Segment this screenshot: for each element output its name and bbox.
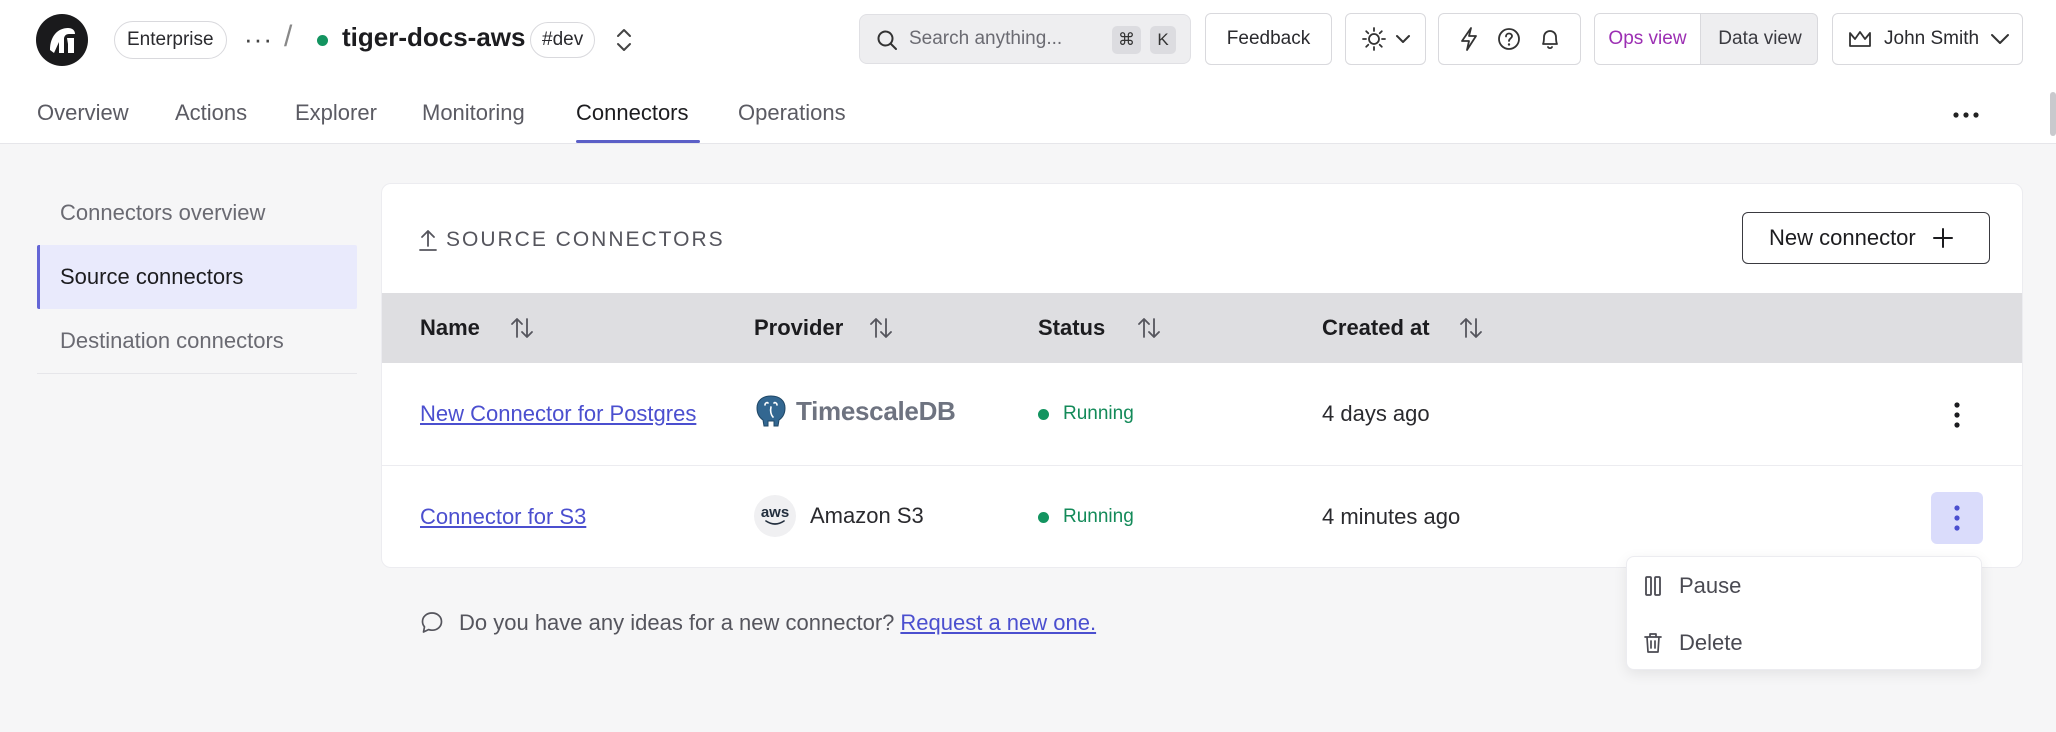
sidebar-item-source-connectors[interactable]: Source connectors bbox=[37, 245, 357, 309]
menu-item-pause[interactable]: Pause bbox=[1643, 566, 1963, 606]
tab-explorer[interactable]: Explorer bbox=[295, 100, 377, 126]
upload-icon bbox=[419, 230, 437, 251]
breadcrumb-separator: / bbox=[284, 20, 293, 53]
breadcrumb-more-icon[interactable]: ··· bbox=[244, 26, 273, 52]
sun-icon bbox=[1361, 27, 1386, 51]
project-switcher-icon[interactable] bbox=[612, 26, 636, 59]
service-status-dot bbox=[317, 35, 328, 46]
scrollbar[interactable] bbox=[2050, 92, 2056, 136]
aws-logo-icon: aws bbox=[754, 495, 796, 537]
shortcut-k-key: K bbox=[1150, 26, 1176, 54]
panel-title: SOURCE CONNECTORS bbox=[446, 228, 725, 251]
shortcut-mod-key: ⌘ bbox=[1112, 26, 1141, 54]
column-header-status[interactable]: Status bbox=[1038, 315, 1105, 341]
vertical-dots-icon bbox=[1954, 402, 1960, 428]
top-bar: Enterprise ··· / tiger-docs-aws #dev Sea… bbox=[0, 0, 2056, 80]
request-connector-link[interactable]: Request a new one. bbox=[900, 610, 1096, 636]
menu-item-delete[interactable]: Delete bbox=[1643, 623, 1963, 663]
provider-name: TimescaleDB bbox=[796, 395, 956, 426]
main-tabs: Overview Actions Explorer Monitoring Con… bbox=[0, 80, 2056, 144]
provider-name: Amazon S3 bbox=[810, 503, 924, 528]
aws-logo-text: aws bbox=[760, 504, 790, 521]
connector-name-link[interactable]: Connector for S3 bbox=[420, 504, 586, 530]
provider-cell: TimescaleDB bbox=[754, 393, 956, 429]
theme-toggle-button[interactable] bbox=[1345, 13, 1426, 65]
table-header: Name Provider Status Created at bbox=[382, 293, 2022, 363]
tab-operations[interactable]: Operations bbox=[738, 100, 846, 126]
data-view-option[interactable]: Data view bbox=[1701, 14, 1817, 64]
table-row: New Connector for Postgres TimescaleDB R… bbox=[382, 363, 2022, 466]
tab-overview[interactable]: Overview bbox=[37, 100, 129, 126]
status-badge: Running bbox=[1063, 403, 1134, 424]
provider-cell: aws Amazon S3 bbox=[754, 495, 924, 537]
user-name: John Smith bbox=[1884, 28, 1980, 49]
table-row: Connector for S3 aws Amazon S3 Running 4… bbox=[382, 466, 2022, 567]
note-text: Do you have any ideas for a new connecto… bbox=[459, 610, 895, 635]
row-actions-button[interactable] bbox=[1931, 492, 1983, 544]
ops-view-option[interactable]: Ops view bbox=[1595, 14, 1701, 64]
status-dot bbox=[1038, 512, 1049, 523]
search-icon bbox=[877, 30, 897, 50]
chevron-down-icon bbox=[1395, 35, 1410, 43]
active-tab-indicator bbox=[576, 140, 700, 143]
source-connectors-panel: SOURCE CONNECTORS New connector Name Pro… bbox=[381, 183, 2023, 568]
sidebar-divider bbox=[37, 373, 357, 374]
feedback-button[interactable]: Feedback bbox=[1205, 13, 1332, 65]
view-toggle: Ops view Data view bbox=[1594, 13, 1818, 65]
tab-connectors[interactable]: Connectors bbox=[576, 100, 689, 126]
tab-actions[interactable]: Actions bbox=[175, 100, 247, 126]
column-header-provider[interactable]: Provider bbox=[754, 315, 843, 341]
search-input[interactable]: Search anything... ⌘ K bbox=[859, 14, 1191, 64]
column-header-name[interactable]: Name bbox=[420, 315, 480, 341]
created-at: 4 days ago bbox=[1322, 401, 1430, 426]
menu-item-label: Delete bbox=[1679, 630, 1743, 655]
row-actions-button[interactable] bbox=[1931, 389, 1983, 441]
header-actions-group bbox=[1438, 13, 1581, 65]
bell-icon[interactable] bbox=[1538, 26, 1562, 52]
help-icon[interactable] bbox=[1496, 26, 1522, 52]
connector-name-link[interactable]: New Connector for Postgres bbox=[420, 401, 696, 427]
search-placeholder: Search anything... bbox=[909, 28, 1063, 49]
row-actions-menu: Pause Delete bbox=[1626, 556, 1982, 670]
plus-icon bbox=[1932, 228, 1953, 248]
sort-icon[interactable] bbox=[866, 313, 896, 348]
request-connector-note: Do you have any ideas for a new connecto… bbox=[419, 610, 1096, 636]
pause-icon bbox=[1645, 576, 1661, 596]
sort-icon[interactable] bbox=[1134, 313, 1164, 348]
vertical-dots-icon bbox=[1954, 505, 1960, 531]
sidebar-item-connectors-overview[interactable]: Connectors overview bbox=[37, 181, 357, 245]
chat-bubble-icon bbox=[421, 612, 443, 633]
new-connector-button[interactable]: New connector bbox=[1742, 212, 1990, 264]
sidebar-item-destination-connectors[interactable]: Destination connectors bbox=[37, 309, 357, 373]
plan-badge[interactable]: Enterprise bbox=[114, 21, 227, 59]
created-at: 4 minutes ago bbox=[1322, 504, 1461, 529]
sort-icon[interactable] bbox=[1456, 313, 1486, 348]
postgres-elephant-icon bbox=[756, 395, 786, 427]
tiger-logo-icon[interactable] bbox=[36, 14, 88, 66]
user-menu-button[interactable]: John Smith bbox=[1832, 13, 2023, 65]
project-name[interactable]: tiger-docs-aws bbox=[342, 22, 526, 53]
trash-icon bbox=[1644, 633, 1662, 653]
crown-icon bbox=[1849, 31, 1871, 47]
menu-item-label: Pause bbox=[1679, 573, 1742, 598]
new-connector-label: New connector bbox=[1769, 225, 1916, 250]
status-badge: Running bbox=[1063, 506, 1134, 527]
column-header-created-at[interactable]: Created at bbox=[1322, 315, 1430, 341]
env-badge[interactable]: #dev bbox=[530, 22, 596, 58]
sort-icon[interactable] bbox=[507, 313, 537, 348]
more-options-icon[interactable] bbox=[1952, 102, 1980, 133]
status-dot bbox=[1038, 409, 1049, 420]
tab-monitoring[interactable]: Monitoring bbox=[422, 100, 525, 126]
chevron-down-icon bbox=[1991, 34, 2010, 44]
lightning-icon[interactable] bbox=[1457, 26, 1481, 52]
